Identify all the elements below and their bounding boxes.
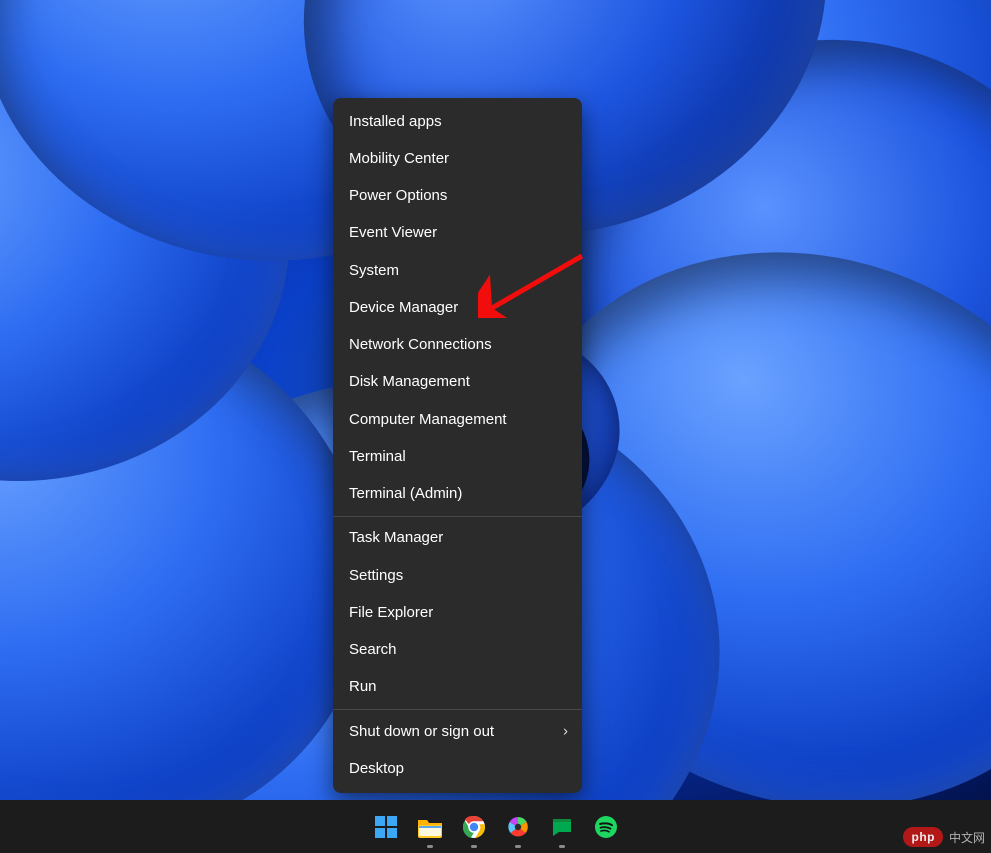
spotify-icon	[594, 815, 618, 839]
taskbar-spotify[interactable]	[591, 812, 621, 842]
menu-separator	[333, 709, 582, 710]
menu-item-terminal-admin[interactable]: Terminal (Admin)	[333, 476, 582, 513]
taskbar-chrome[interactable]	[459, 812, 489, 842]
menu-item-system[interactable]: System	[333, 252, 582, 289]
watermark-text: 中文网	[949, 829, 985, 846]
menu-item-power-options[interactable]: Power Options	[333, 178, 582, 215]
menu-item-device-manager[interactable]: Device Manager	[333, 289, 582, 326]
menu-item-settings[interactable]: Settings	[333, 557, 582, 594]
disc-app-icon	[506, 815, 530, 839]
folder-icon	[417, 815, 443, 839]
menu-item-task-manager[interactable]: Task Manager	[333, 520, 582, 557]
menu-item-disk-management[interactable]: Disk Management	[333, 364, 582, 401]
taskbar-start-button[interactable]	[371, 812, 401, 842]
taskbar	[0, 800, 991, 853]
menu-item-run[interactable]: Run	[333, 669, 582, 706]
windows-start-icon	[374, 815, 398, 839]
taskbar-file-explorer[interactable]	[415, 812, 445, 842]
menu-item-desktop[interactable]: Desktop	[333, 750, 582, 787]
menu-item-shut-down-or-sign-out[interactable]: Shut down or sign out	[333, 713, 582, 750]
menu-item-terminal[interactable]: Terminal	[333, 438, 582, 475]
chrome-icon	[462, 815, 486, 839]
menu-item-computer-management[interactable]: Computer Management	[333, 401, 582, 438]
watermark-badge: php	[903, 827, 943, 847]
menu-item-search[interactable]: Search	[333, 632, 582, 669]
menu-item-installed-apps[interactable]: Installed apps	[333, 103, 582, 140]
menu-item-network-connections[interactable]: Network Connections	[333, 327, 582, 364]
watermark: php 中文网	[903, 827, 985, 847]
menu-item-event-viewer[interactable]: Event Viewer	[333, 215, 582, 252]
menu-item-mobility-center[interactable]: Mobility Center	[333, 140, 582, 177]
taskbar-google-chat[interactable]	[547, 812, 577, 842]
taskbar-app-73[interactable]	[503, 812, 533, 842]
chat-icon	[550, 815, 574, 839]
menu-separator	[333, 516, 582, 517]
menu-item-file-explorer[interactable]: File Explorer	[333, 594, 582, 631]
winx-context-menu: Installed apps Mobility Center Power Opt…	[333, 98, 582, 793]
